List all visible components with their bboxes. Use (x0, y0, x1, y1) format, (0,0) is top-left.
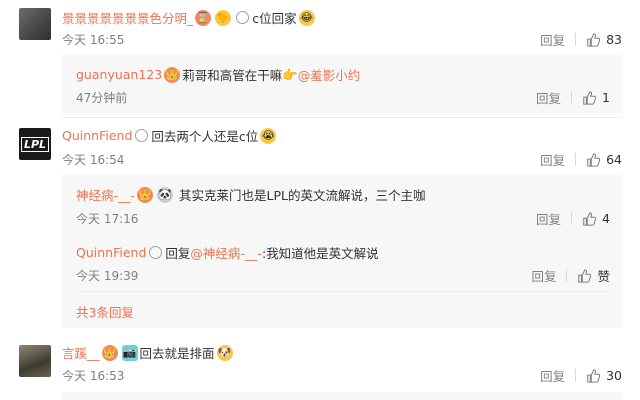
reply-button[interactable]: 回复 (536, 88, 561, 107)
like-count: 30 (606, 368, 622, 383)
avatar[interactable] (19, 8, 51, 40)
separator (62, 117, 622, 118)
thumbs-up-icon[interactable] (586, 152, 601, 167)
comment-time: 今天 16:55 (62, 33, 125, 47)
crying-emoji-icon: 😭 (260, 127, 277, 144)
divider (575, 369, 577, 382)
reply-button[interactable]: 回复 (531, 266, 556, 285)
reply-username[interactable]: guanyuan123 (76, 67, 162, 82)
reply-text: 其实克莱门也是LPL的英文流解说，三个主咖 (179, 188, 426, 203)
reply-username[interactable]: QuinnFiend (76, 245, 146, 260)
crown-emoji-icon: 👑 (164, 66, 181, 83)
duck-emoji-icon: 🐤 (215, 9, 232, 26)
more-replies-link[interactable]: 共3条回复 (76, 302, 134, 321)
divider (575, 153, 577, 166)
comment-time: 今天 16:53 (62, 369, 125, 383)
like-count: 83 (606, 32, 622, 47)
mention-link[interactable]: @羞影小约 (298, 65, 361, 84)
avatar-logo: LPL (20, 136, 50, 152)
thumbs-up-icon[interactable] (582, 211, 597, 226)
reply-username[interactable]: 神经病-__- (76, 185, 135, 204)
medal-badge-icon (149, 246, 163, 259)
reply-prefix: 回复 (165, 246, 191, 261)
like-count: 1 (602, 90, 610, 105)
comment-text: c位回家 (252, 11, 297, 26)
comment-username[interactable]: 景景景景景景景色分明_ (62, 8, 193, 27)
pointing-hand-icon: 👉 (282, 66, 298, 82)
like-count: 4 (602, 211, 610, 226)
laugh-emoji-icon: 😂 (298, 9, 315, 26)
like-count: 64 (606, 152, 622, 167)
reply-button[interactable]: 回复 (536, 209, 561, 228)
camera-badge-icon: 📷 (121, 344, 138, 361)
mention-link[interactable]: @神经病-__- (190, 243, 262, 262)
reply-time: 今天 17:16 (76, 212, 139, 226)
reply-button[interactable]: 回复 (540, 150, 565, 169)
avatar[interactable]: LPL (19, 128, 51, 160)
reply-button[interactable]: 回复 (540, 30, 565, 49)
divider (571, 212, 573, 225)
reply-time: 今天 19:39 (76, 269, 139, 283)
like-count: 赞 (597, 269, 610, 284)
divider (566, 269, 568, 282)
reply-text: 莉哥和高管在干嘛 (182, 68, 283, 83)
avatar[interactable] (19, 345, 51, 377)
thumbs-up-icon[interactable] (577, 268, 592, 283)
thumbs-up-icon[interactable] (586, 368, 601, 383)
comment-time: 今天 16:54 (62, 153, 125, 167)
reply-time: 47分钟前 (76, 91, 128, 105)
separator (76, 291, 610, 292)
medal-badge-icon (236, 11, 250, 24)
comment-username[interactable]: 言蹊__ (62, 343, 100, 362)
doge-emoji-icon: 🐶 (216, 344, 233, 361)
panda-emoji-icon: 🐼 (157, 186, 174, 203)
reply-box (62, 392, 622, 400)
medal-badge-icon (135, 129, 149, 142)
thumbs-up-icon[interactable] (582, 90, 597, 105)
reply-text: :我知道他是英文解说 (261, 246, 379, 261)
divider (571, 91, 573, 104)
comment-text: 回去就是排面 (139, 346, 215, 361)
comment-username[interactable]: QuinnFiend (62, 128, 132, 143)
crown-emoji-icon: 👑 (137, 186, 154, 203)
comment-text: 回去两个人还是c位 (151, 129, 259, 144)
hourglass-icon: ⌛ (195, 9, 212, 26)
crown-emoji-icon: 👑 (101, 344, 118, 361)
thumbs-up-icon[interactable] (586, 32, 601, 47)
divider (575, 33, 577, 46)
reply-button[interactable]: 回复 (540, 366, 565, 385)
